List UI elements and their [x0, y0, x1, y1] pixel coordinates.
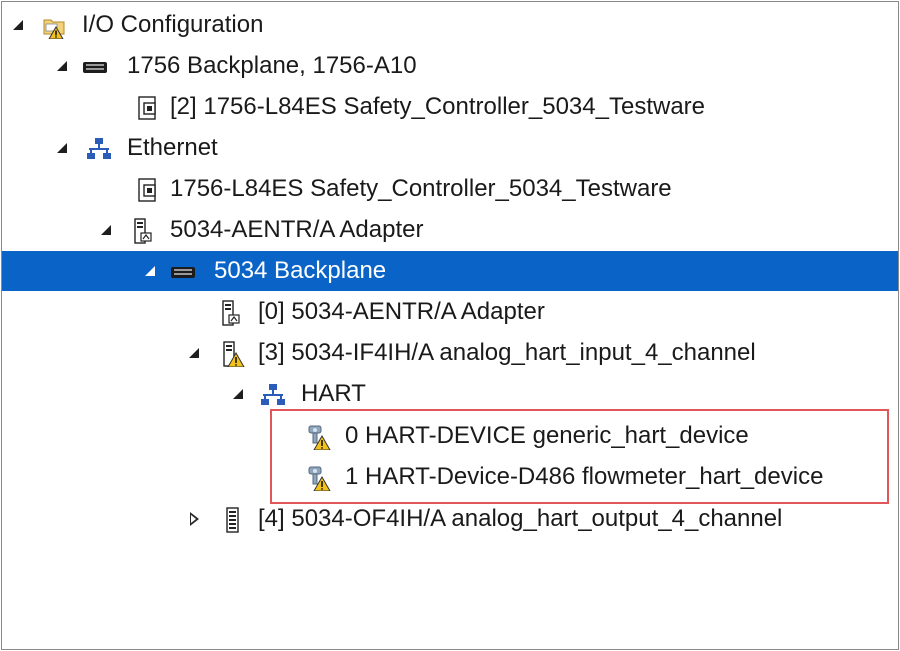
tree-node-label: 1756-L84ES Safety_Controller_5034_Testwa…	[170, 175, 672, 202]
tree-node-output-module[interactable]: [4] 5034-OF4IH/A analog_hart_output_4_ch…	[2, 499, 898, 539]
collapse-toggle[interactable]	[10, 5, 26, 45]
collapse-toggle[interactable]	[186, 333, 202, 373]
folder-warning-icon	[42, 13, 68, 39]
tree-node-label: [0] 5034-AENTR/A Adapter	[258, 298, 545, 325]
tree-node-label: 5034 Backplane	[214, 257, 387, 284]
tree-node-io-configuration[interactable]: I/O Configuration	[2, 5, 898, 45]
tree-node-controller-ethernet[interactable]: 1756-L84ES Safety_Controller_5034_Testwa…	[2, 169, 898, 209]
tree-node-1756-backplane[interactable]: 1756 Backplane, 1756-A10	[2, 46, 898, 86]
collapse-toggle[interactable]	[98, 210, 114, 250]
tree-node-label: [4] 5034-OF4IH/A analog_hart_output_4_ch…	[258, 505, 783, 532]
adapter-module-icon	[218, 300, 244, 326]
io-configuration-tree: I/O Configuration 1756 Backplane, 1756-A…	[1, 1, 899, 650]
tree-node-label: HART	[301, 380, 366, 407]
highlight-box	[270, 409, 889, 504]
collapse-toggle[interactable]	[54, 128, 70, 168]
tree-node-adapter-slot0[interactable]: [0] 5034-AENTR/A Adapter	[2, 292, 898, 332]
backplane-icon	[170, 259, 196, 285]
controller-icon	[136, 177, 162, 203]
adapter-module-icon	[130, 218, 156, 244]
collapse-toggle[interactable]	[54, 46, 70, 86]
tree-node-input-module[interactable]: [3] 5034-IF4IH/A analog_hart_input_4_cha…	[2, 333, 898, 373]
tree-node-5034-backplane[interactable]: 5034 Backplane	[2, 251, 898, 291]
tree-node-adapter[interactable]: 5034-AENTR/A Adapter	[2, 210, 898, 250]
tree-node-label: Ethernet	[127, 134, 218, 161]
module-icon	[220, 507, 246, 533]
controller-icon	[136, 95, 162, 121]
tree-node-label: I/O Configuration	[82, 11, 264, 38]
tree-node-ethernet[interactable]: Ethernet	[2, 128, 898, 168]
tree-node-label: 1756 Backplane, 1756-A10	[127, 52, 417, 79]
collapse-toggle[interactable]	[230, 374, 246, 414]
network-icon	[86, 136, 112, 162]
tree-node-controller-slot2[interactable]: [2] 1756-L84ES Safety_Controller_5034_Te…	[2, 87, 898, 127]
collapse-toggle[interactable]	[142, 251, 158, 291]
tree-node-hart[interactable]: HART	[2, 374, 898, 414]
tree-node-label: 5034-AENTR/A Adapter	[170, 216, 424, 243]
module-warning-icon	[220, 341, 246, 367]
tree-node-label: [2] 1756-L84ES Safety_Controller_5034_Te…	[170, 93, 706, 120]
network-icon	[260, 382, 286, 408]
expand-toggle[interactable]	[186, 499, 202, 539]
backplane-icon	[82, 54, 108, 80]
tree-node-label: [3] 5034-IF4IH/A analog_hart_input_4_cha…	[258, 339, 756, 366]
